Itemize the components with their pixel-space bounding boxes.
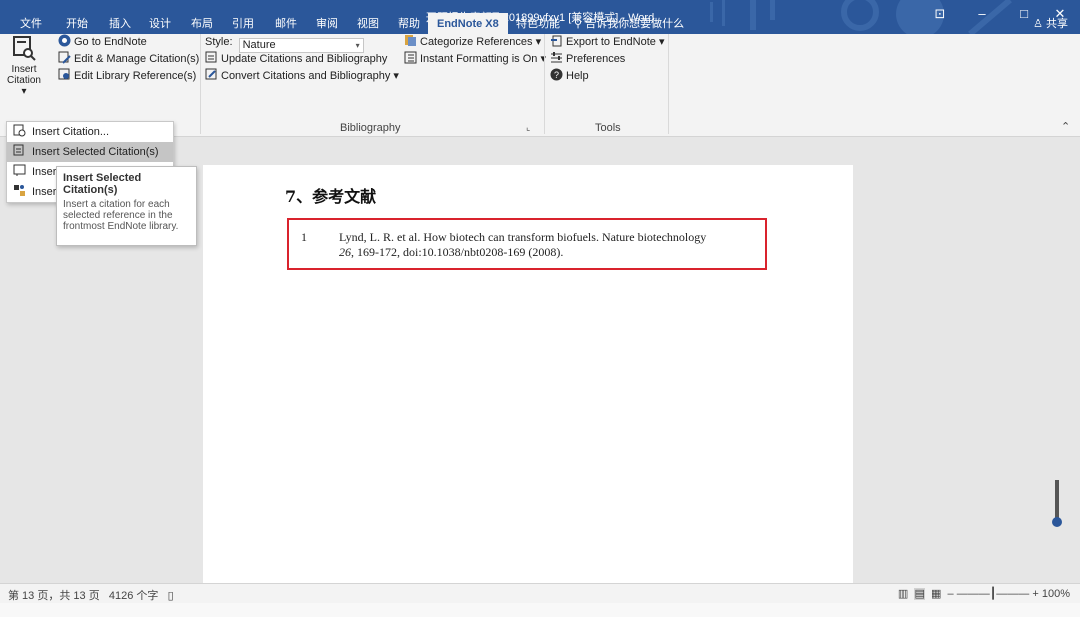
tooltip-body: Insert a citation for each selected refe… [63, 199, 179, 232]
zoom-out-button[interactable]: – [948, 588, 954, 600]
insert-citation-icon [13, 36, 36, 61]
document-page[interactable]: 7、参考文献 1 Lynd, L. R. et al. How biotech … [203, 165, 853, 605]
word-count[interactable]: 4126 个字 [109, 590, 159, 602]
group-separator [544, 34, 545, 134]
edit-library-icon [58, 68, 70, 80]
reference-volume: 26 [339, 245, 351, 259]
tab-review[interactable]: 审阅 [316, 13, 338, 35]
zoom-level[interactable]: + 100% [1032, 588, 1070, 600]
dialog-launcher-icon[interactable]: ⌞ [526, 122, 530, 133]
tell-me-box[interactable]: ⚲ 告诉我你想要做什么 [574, 13, 684, 35]
reference-text: Lynd, L. R. et al. How biotech can trans… [339, 230, 764, 260]
section-heading: 7、参考文献 [285, 187, 377, 206]
instant-formatting-icon [404, 51, 417, 64]
tab-special-features[interactable]: 特色功能 [516, 13, 560, 35]
menu-item-insert-citation[interactable]: Insert Citation... [7, 122, 173, 142]
tab-references[interactable]: 引用 [232, 13, 254, 35]
style-label: Style: [205, 36, 233, 48]
share-label: 共享 [1046, 18, 1068, 30]
convert-citations-button[interactable]: Convert Citations and Bibliography ▾ [205, 68, 399, 85]
proofing-icon[interactable]: ▯ [168, 590, 174, 602]
ribbon-tabs: 文件 开始 插入 设计 布局 引用 邮件 审阅 视图 帮助 EndNote X8… [0, 13, 1080, 35]
menu-tooltip: Insert Selected Citation(s) Insert a cit… [56, 166, 197, 246]
help-icon: ? [550, 68, 563, 81]
selected-citation-icon [13, 144, 24, 156]
group-separator [668, 34, 669, 134]
tab-insert[interactable]: 插入 [109, 13, 131, 35]
edit-citation-icon [58, 51, 71, 64]
tools-group-label: Tools [595, 122, 621, 134]
bibliography-group-label: Bibliography [340, 122, 401, 134]
scroll-indicator[interactable] [1055, 480, 1059, 520]
tab-endnote[interactable]: EndNote X8 [428, 13, 508, 35]
citation-icon [13, 124, 26, 137]
tooltip-title: Insert Selected Citation(s) [63, 172, 142, 196]
page-info[interactable]: 第 13 页，共 13 页 [8, 590, 100, 602]
tab-view[interactable]: 视图 [357, 13, 379, 35]
share-button[interactable]: ♙ 共享 [1033, 13, 1068, 35]
tab-design[interactable]: 设计 [149, 13, 171, 35]
edit-library-reference-button[interactable]: Edit Library Reference(s) [58, 68, 196, 85]
web-layout-icon[interactable]: ▦ [931, 588, 941, 600]
update-citations-button[interactable]: Update Citations and Bibliography [205, 51, 387, 68]
update-icon [205, 51, 217, 63]
collapse-ribbon-icon[interactable]: ⌃ [1061, 120, 1070, 133]
reference-line-2: , 169-172, doi:10.1038/nbt0208-169 (2008… [351, 245, 564, 259]
tab-help[interactable]: 帮助 [398, 13, 420, 35]
status-bar: 第 13 页，共 13 页 4126 个字 ▯ ▥ ▤ ▦ – ———┃——— … [0, 583, 1080, 603]
endnote-logo-icon [58, 34, 71, 47]
instant-formatting-button[interactable]: Instant Formatting is On ▾ [404, 51, 546, 68]
reference-number: 1 [301, 230, 307, 244]
user-icon: ♙ [1033, 18, 1046, 30]
menu-item-insert-selected-citations[interactable]: Insert Selected Citation(s) [7, 142, 173, 162]
tab-file[interactable]: 文件 [20, 13, 42, 35]
convert-icon [205, 68, 217, 80]
insert-citation-label: Insert [11, 64, 37, 75]
group-separator [200, 34, 201, 134]
tab-mailings[interactable]: 邮件 [275, 13, 297, 35]
zoom-controls: ▥ ▤ ▦ – ———┃——— + 100% [898, 587, 1070, 600]
preferences-button[interactable]: Preferences [550, 51, 625, 68]
help-button[interactable]: ? Help [550, 68, 589, 85]
export-icon [551, 35, 562, 47]
tab-home[interactable]: 开始 [66, 13, 88, 35]
reference-line-1: Lynd, L. R. et al. How biotech can trans… [339, 230, 707, 244]
insert-citation-button[interactable]: Insert Citation ▾ [6, 35, 42, 97]
edit-manage-citations-button[interactable]: Edit & Manage Citation(s) [58, 51, 199, 68]
style-row: Style: Nature ▾ [205, 34, 364, 53]
preferences-icon [551, 52, 562, 63]
export-to-endnote-button[interactable]: Export to EndNote ▾ [550, 34, 664, 51]
status-info: 第 13 页，共 13 页 4126 个字 ▯ [8, 587, 174, 603]
insert-citation-label-2: Citation ▾ [7, 75, 41, 97]
svg-text:?: ? [554, 70, 559, 80]
zoom-slider[interactable]: ———┃——— [957, 588, 1030, 600]
go-to-endnote-button[interactable]: Go to EndNote [58, 34, 147, 51]
bottom-strip [0, 603, 1080, 617]
categorize-icon [405, 35, 416, 46]
reference-highlight-box: 1 Lynd, L. R. et al. How biotech can tra… [287, 218, 767, 270]
tab-layout[interactable]: 布局 [191, 13, 213, 35]
print-layout-icon[interactable]: ▤ [914, 588, 925, 600]
search-icon: ⚲ [574, 18, 586, 30]
figure-icon [14, 185, 25, 196]
note-icon [13, 164, 26, 176]
read-mode-icon[interactable]: ▥ [898, 588, 908, 600]
categorize-references-button[interactable]: Categorize References ▾ [404, 34, 541, 51]
scroll-thumb[interactable] [1052, 517, 1062, 527]
tell-me-label: 告诉我你想要做什么 [585, 18, 685, 30]
